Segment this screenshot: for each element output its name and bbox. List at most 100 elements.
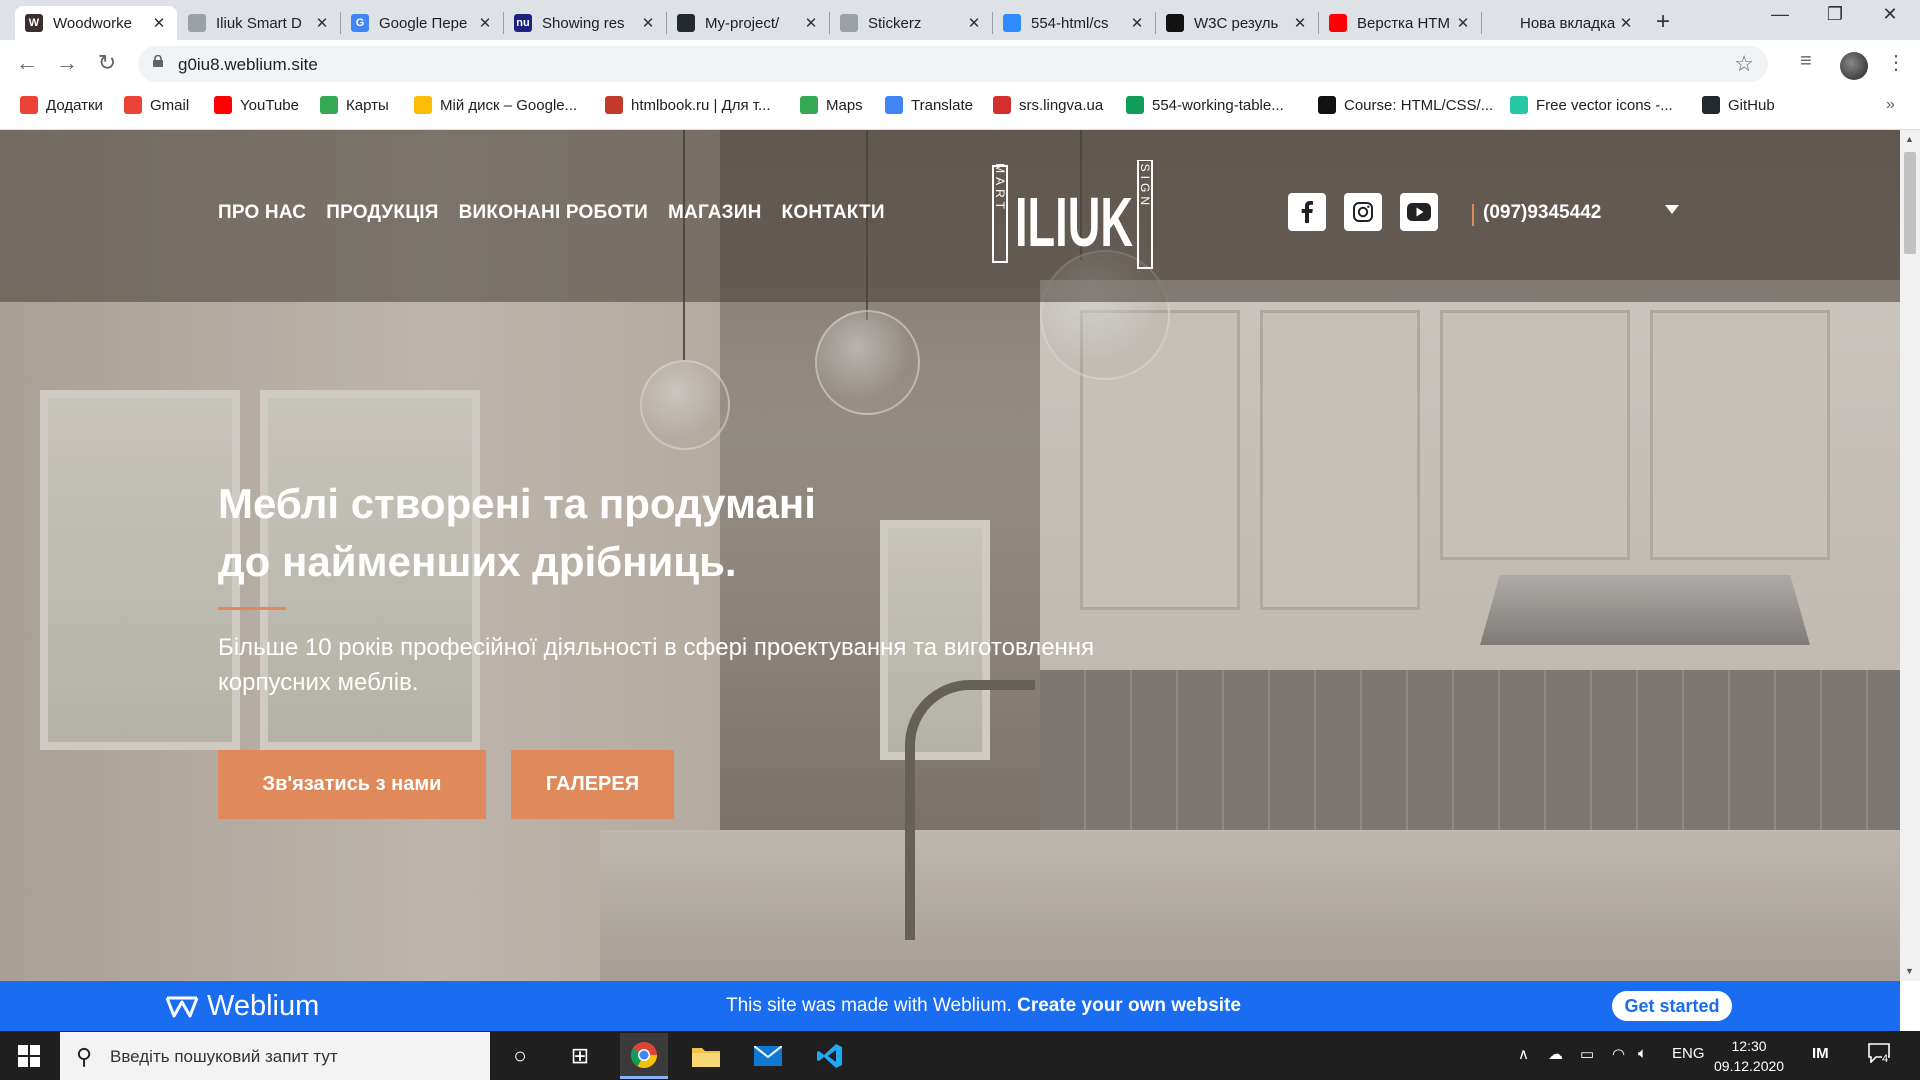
instagram-icon[interactable] — [1344, 193, 1382, 231]
browser-tab[interactable]: W Woodworke ✕ — [15, 6, 177, 40]
address-bar[interactable]: g0iu8.weblium.site ☆ — [138, 46, 1768, 82]
tab-close-icon[interactable]: ✕ — [477, 14, 493, 32]
browser-tab[interactable]: Iliuk Smart D ✕ — [178, 6, 340, 40]
volume-icon[interactable]: 🔈︎ — [1638, 1045, 1647, 1062]
contact-button[interactable]: Зв'язатись з нами — [218, 750, 486, 819]
scroll-thumb[interactable] — [1904, 152, 1916, 254]
mail-icon[interactable] — [744, 1040, 792, 1072]
bookmark-star-icon[interactable]: ☆ — [1734, 51, 1754, 77]
tab-close-icon[interactable]: ✕ — [1618, 14, 1634, 32]
bookmark-item[interactable]: Додатки — [20, 96, 103, 114]
bookmark-favicon-icon — [1126, 96, 1144, 114]
vscode-icon[interactable] — [806, 1040, 854, 1072]
browser-tab[interactable]: G Google Пере ✕ — [341, 6, 503, 40]
bookmarks-overflow-icon[interactable]: » — [1886, 96, 1895, 114]
tray-overflow-icon[interactable]: ∧ — [1518, 1045, 1529, 1063]
tab-title: Woodworke — [53, 14, 132, 32]
language-indicator[interactable]: ENG — [1672, 1045, 1705, 1062]
taskbar-search-box[interactable]: ⚲ Введіть пошуковий запит тут — [60, 1032, 490, 1080]
bookmark-favicon-icon — [214, 96, 232, 114]
page-scrollbar[interactable]: ▲ ▼ — [1900, 130, 1920, 981]
task-view-icon[interactable]: ⊞ — [556, 1040, 604, 1072]
tab-favicon-icon — [840, 14, 858, 32]
nav-item-products[interactable]: ПРОДУКЦІЯ — [326, 202, 438, 224]
nav-item-contacts[interactable]: КОНТАКТИ — [782, 202, 885, 224]
profile-avatar[interactable] — [1840, 52, 1868, 80]
weblium-logo[interactable]: Weblium — [165, 990, 319, 1023]
file-explorer-icon[interactable] — [682, 1040, 730, 1072]
browser-tab[interactable]: nu Showing res ✕ — [504, 6, 666, 40]
phone-number[interactable]: (097)9345442 — [1483, 202, 1601, 224]
bookmark-item[interactable]: Course: HTML/CSS/... — [1318, 96, 1493, 114]
taskbar-clock[interactable]: 12:30 09.12.2020 — [1714, 1036, 1784, 1076]
tab-close-icon[interactable]: ✕ — [966, 14, 982, 32]
bookmark-item[interactable]: Free vector icons -... — [1510, 96, 1673, 114]
bookmark-favicon-icon — [605, 96, 623, 114]
tab-close-icon[interactable]: ✕ — [151, 14, 167, 32]
forward-icon[interactable]: → — [52, 50, 82, 76]
tab-close-icon[interactable]: ✕ — [1129, 14, 1145, 32]
bookmark-item[interactable]: Карты — [320, 96, 389, 114]
tab-title: Stickerz — [868, 14, 922, 32]
gallery-button[interactable]: ГАЛЕРЕЯ — [511, 750, 674, 819]
weblium-cta-link[interactable]: Create your own website — [1017, 995, 1241, 1016]
battery-icon[interactable]: ▭ — [1580, 1045, 1594, 1063]
browser-tab[interactable]: W3C резуль ✕ — [1156, 6, 1318, 40]
browser-tab[interactable]: Stickerz ✕ — [830, 6, 992, 40]
cortana-icon[interactable]: ○ — [496, 1040, 544, 1072]
browser-tab[interactable]: My-project/ ✕ — [667, 6, 829, 40]
website-viewport: ПРО НАС ПРОДУКЦІЯ ВИКОНАНІ РОБОТИ МАГАЗИ… — [0, 130, 1900, 981]
youtube-icon[interactable] — [1400, 193, 1438, 231]
scroll-down-icon[interactable]: ▼ — [1905, 966, 1914, 976]
media-control-icon[interactable]: ≡ — [1800, 50, 1812, 73]
bookmark-item[interactable]: 554-working-table... — [1126, 96, 1284, 114]
nav-item-about[interactable]: ПРО НАС — [218, 202, 306, 224]
browser-tab[interactable]: Верстка HTM ✕ — [1319, 6, 1481, 40]
bookmark-item[interactable]: YouTube — [214, 96, 299, 114]
bookmark-item[interactable]: GitHub — [1702, 96, 1775, 114]
bookmark-item[interactable]: Мій диск – Google... — [414, 96, 577, 114]
nav-item-works[interactable]: ВИКОНАНІ РОБОТИ — [459, 202, 648, 224]
bookmark-item[interactable]: srs.lingva.ua — [993, 96, 1103, 114]
get-started-button[interactable]: Get started — [1612, 991, 1732, 1021]
browser-tab[interactable]: 554-html/cs ✕ — [993, 6, 1155, 40]
reload-icon[interactable]: ↻ — [92, 50, 122, 76]
nav-item-shop[interactable]: МАГАЗИН — [668, 202, 762, 224]
tab-close-icon[interactable]: ✕ — [803, 14, 819, 32]
restore-icon[interactable]: ❐ — [1815, 4, 1855, 25]
site-logo[interactable]: SMART ILIUK DESIGN — [992, 160, 1154, 270]
bookmark-item[interactable]: htmlbook.ru | Для т... — [605, 96, 771, 114]
minimize-icon[interactable]: — — [1760, 4, 1800, 25]
bookmark-label: Free vector icons -... — [1536, 96, 1673, 114]
language-dropdown-icon[interactable] — [1665, 205, 1679, 214]
browser-toolbar: ← → ↻ g0iu8.weblium.site ☆ ≡ ⋮ — [0, 40, 1920, 88]
tab-close-icon[interactable]: ✕ — [640, 14, 656, 32]
onedrive-icon[interactable]: ☁ — [1548, 1045, 1563, 1063]
bookmark-item[interactable]: Gmail — [124, 96, 189, 114]
menu-dots-icon[interactable]: ⋮ — [1886, 50, 1906, 75]
windows-start-icon[interactable] — [18, 1045, 40, 1067]
bookmark-item[interactable]: Maps — [800, 96, 863, 114]
chrome-taskbar-icon[interactable] — [620, 1033, 668, 1079]
bookmark-label: Карты — [346, 96, 389, 114]
browser-tab[interactable]: Нова вкладка ✕ — [1482, 6, 1644, 40]
tab-close-icon[interactable]: ✕ — [1455, 14, 1471, 32]
bookmark-favicon-icon — [124, 96, 142, 114]
notifications-icon[interactable]: 4 — [1868, 1043, 1890, 1068]
window-close-icon[interactable]: ✕ — [1870, 4, 1910, 25]
scroll-up-icon[interactable]: ▲ — [1905, 134, 1914, 144]
tab-close-icon[interactable]: ✕ — [314, 14, 330, 32]
bookmark-label: Translate — [911, 96, 973, 114]
wifi-icon[interactable]: ◠ — [1612, 1045, 1625, 1063]
new-tab-button[interactable]: + — [1656, 8, 1670, 36]
bookmark-item[interactable]: Translate — [885, 96, 973, 114]
notifications-count: 4 — [1882, 1053, 1889, 1065]
tab-favicon-icon — [188, 14, 206, 32]
meet-now-icon[interactable]: IM — [1812, 1045, 1829, 1062]
tab-title: 554-html/cs — [1031, 14, 1109, 32]
logo-main: ILIUK — [1015, 183, 1133, 261]
tab-close-icon[interactable]: ✕ — [1292, 14, 1308, 32]
logo-side-right: DESIGN — [1138, 160, 1152, 209]
back-icon[interactable]: ← — [12, 50, 42, 76]
facebook-icon[interactable] — [1288, 193, 1326, 231]
